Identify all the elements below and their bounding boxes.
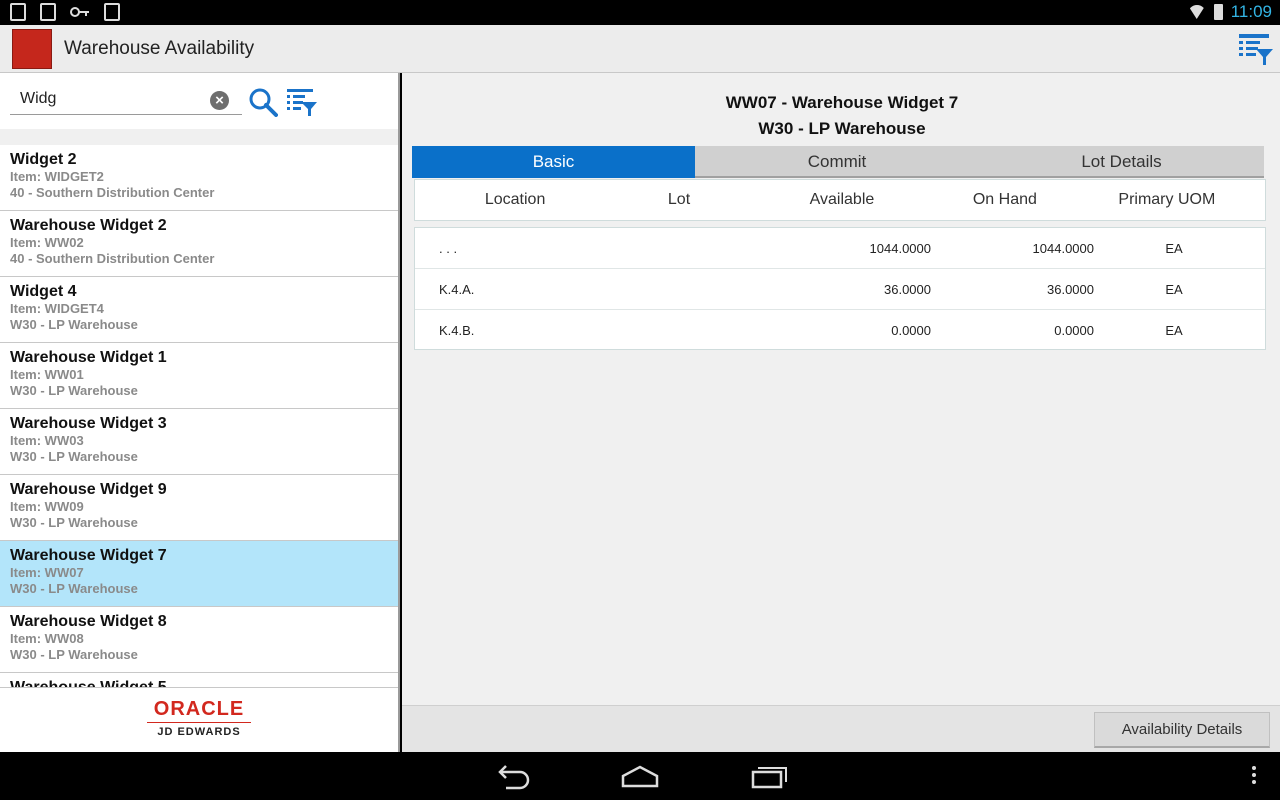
detail-pane: WW07 - Warehouse Widget 7 W30 - LP Wareh… (402, 73, 1280, 752)
list-item-branch: W30 - LP Warehouse (10, 383, 138, 398)
table-row[interactable]: K.4.A. 36.0000 36.0000 EA (415, 269, 1265, 310)
clear-search-icon[interactable]: × (210, 91, 229, 110)
column-header-on-hand: On Hand (972, 191, 1037, 208)
table-row[interactable]: K.4.B. 0.0000 0.0000 EA (415, 310, 1265, 351)
list-item[interactable]: Warehouse Widget 1 Item: WW01 W30 - LP W… (0, 343, 398, 409)
list-item-number: Item: WIDGET4 (10, 301, 104, 316)
detail-item-title: WW07 - Warehouse Widget 7 (725, 93, 959, 112)
list-item-number: Item: WW02 (10, 235, 84, 250)
table-row[interactable]: . . . 1044.0000 1044.0000 EA (415, 228, 1265, 269)
availability-details-button[interactable]: Availability Details (1094, 712, 1270, 748)
app-title: Warehouse Availability (64, 38, 255, 59)
list-item-branch: W30 - LP Warehouse (10, 515, 138, 530)
tab-lot-details[interactable]: Lot Details (979, 146, 1264, 178)
logo-divider (147, 722, 251, 723)
list-item-title: Warehouse Widget 3 (10, 415, 167, 432)
cell-uom: EA (1165, 240, 1183, 256)
detail-bottom-bar: Availability Details (402, 705, 1280, 752)
availability-table: . . . 1044.0000 1044.0000 EA K.4.A. 36.0… (414, 227, 1266, 350)
list-item-title: Warehouse Widget 7 (10, 547, 167, 564)
detail-tabs: Basic Commit Lot Details (412, 146, 1264, 178)
detail-branch-title: W30 - LP Warehouse (758, 119, 926, 138)
column-header-available: Available (809, 191, 875, 208)
cell-available: 36.0000 (884, 281, 931, 297)
list-item[interactable]: Widget 4 Item: WIDGET4 W30 - LP Warehous… (0, 277, 398, 343)
filter-list-icon[interactable] (286, 87, 318, 117)
wifi-icon (1187, 5, 1206, 19)
key-icon (70, 7, 89, 17)
search-input[interactable] (10, 83, 242, 115)
cell-uom: EA (1165, 323, 1183, 338)
list-item-title: Widget 4 (10, 283, 77, 300)
cell-location: K.4.A. (439, 281, 475, 297)
list-item-title: Widget 2 (10, 151, 77, 168)
list-item-branch: W30 - LP Warehouse (10, 581, 138, 596)
system-nav-bar (0, 752, 1280, 800)
column-header-location: Location (484, 191, 546, 208)
list-item[interactable]: Warehouse Widget 9 Item: WW09 W30 - LP W… (0, 475, 398, 541)
list-item[interactable]: Warehouse Widget 8 Item: WW08 W30 - LP W… (0, 607, 398, 673)
column-header-primary-uom: Primary UOM (1118, 191, 1216, 208)
cell-uom: EA (1165, 281, 1183, 297)
status-bar: 11:09 (0, 0, 1280, 25)
search-icon[interactable] (248, 87, 278, 117)
list-item-title: Warehouse Widget 2 (10, 217, 167, 234)
list-item[interactable]: Widget 2 Item: WIDGET2 40 - Southern Dis… (0, 145, 398, 211)
home-icon[interactable] (620, 762, 660, 790)
tab-basic[interactable]: Basic (412, 146, 695, 178)
cell-location: . . . (439, 240, 458, 256)
oracle-logo-text: ORACLE (153, 698, 245, 720)
cell-available: 0.0000 (891, 323, 931, 338)
list-item-branch: 40 - Southern Distribution Center (10, 185, 215, 200)
list-item-title: Warehouse Widget 1 (10, 349, 167, 366)
list-item-number: Item: WW09 (10, 499, 84, 514)
action-bar: Warehouse Availability (0, 25, 1280, 73)
filter-list-icon[interactable] (1238, 31, 1274, 67)
oracle-jde-logo: ORACLE JD EDWARDS (0, 687, 398, 752)
cell-location: K.4.B. (439, 323, 475, 338)
battery-icon (1213, 4, 1223, 20)
clock: 11:09 (1230, 2, 1272, 21)
back-icon[interactable] (492, 762, 532, 790)
list-item-number: Item: WW07 (10, 565, 84, 580)
cell-on-hand: 1044.0000 (1032, 240, 1094, 256)
app-logo-icon[interactable] (12, 29, 52, 69)
cell-on-hand: 0.0000 (1054, 323, 1094, 338)
tab-commit[interactable]: Commit (695, 146, 979, 178)
item-list: Widget 2 Item: WIDGET2 40 - Southern Dis… (0, 145, 398, 687)
recent-apps-icon[interactable] (750, 762, 790, 790)
list-item[interactable]: Warehouse Widget 2 Item: WW02 40 - South… (0, 211, 398, 277)
cell-available: 1044.0000 (869, 240, 931, 256)
search-row: × (0, 73, 398, 129)
item-list-pane: × Widget 2 Item: WIDGET2 40 - Southern D… (0, 73, 400, 752)
list-item-branch: W30 - LP Warehouse (10, 647, 138, 662)
list-item-branch: W30 - LP Warehouse (10, 449, 138, 464)
list-item-branch: W30 - LP Warehouse (10, 317, 138, 332)
notification-icons (10, 3, 120, 21)
list-item-number: Item: WW03 (10, 433, 84, 448)
list-divider (0, 129, 398, 145)
list-item[interactable]: Warehouse Widget 3 Item: WW03 W30 - LP W… (0, 409, 398, 475)
list-item-branch: 40 - Southern Distribution Center (10, 251, 215, 266)
list-item-title: Warehouse Widget 9 (10, 481, 167, 498)
image-icon (40, 3, 56, 21)
list-item-number: Item: WW01 (10, 367, 84, 382)
list-item[interactable]: Warehouse Widget 5 (0, 673, 398, 687)
briefcase-icon (104, 3, 120, 21)
download-icon (10, 3, 26, 21)
overflow-menu-icon[interactable] (1246, 762, 1262, 790)
list-item-title: Warehouse Widget 5 (10, 679, 388, 687)
column-header-lot: Lot (667, 191, 691, 208)
table-header: Location Lot Available On Hand Primary U… (414, 179, 1266, 221)
cell-on-hand: 36.0000 (1047, 281, 1094, 297)
list-item-title: Warehouse Widget 8 (10, 613, 167, 630)
list-item-number: Item: WW08 (10, 631, 84, 646)
list-item-selected[interactable]: Warehouse Widget 7 Item: WW07 W30 - LP W… (0, 541, 398, 607)
jde-logo-text: JD EDWARDS (157, 726, 241, 738)
list-item-number: Item: WIDGET2 (10, 169, 104, 184)
